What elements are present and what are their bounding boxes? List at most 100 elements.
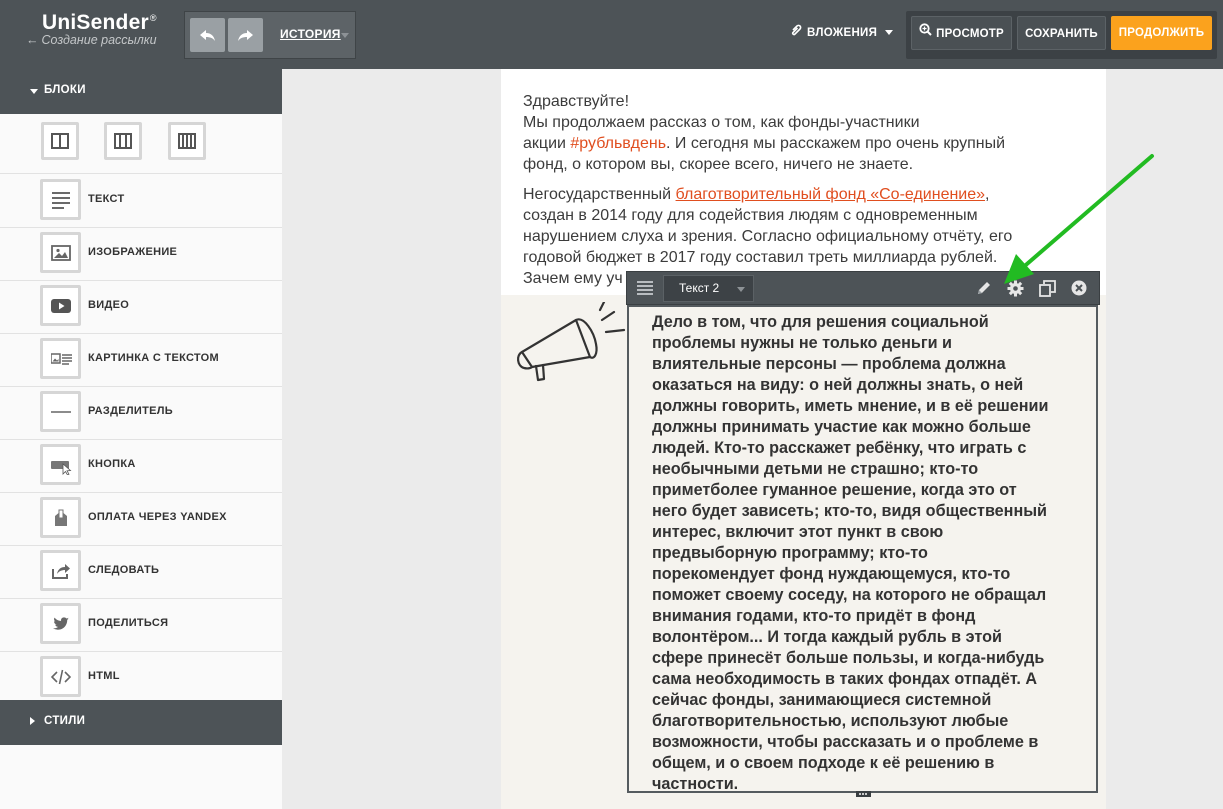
block-divider[interactable]: РАЗДЕЛИТЕЛЬ <box>0 386 282 440</box>
block-label: ТЕКСТ <box>88 193 125 205</box>
block-yandex-payment[interactable]: ОПЛАТА ЧЕРЕЗ YANDEX <box>0 492 282 546</box>
editor-text-line: внимания годами, кто-то придёт в фонд <box>652 607 976 625</box>
chevron-down-icon <box>30 89 38 94</box>
two-column-layout[interactable] <box>41 122 79 160</box>
paperclip-icon <box>790 24 802 39</box>
editor-text-line: влиятельные персоны — проблема должна <box>652 355 1006 373</box>
three-columns-icon <box>114 133 132 149</box>
block-text[interactable]: ТЕКСТ <box>0 174 282 228</box>
block-image[interactable]: ИЗОБРАЖЕНИЕ <box>0 227 282 281</box>
block-label: РАЗДЕЛИТЕЛЬ <box>88 405 173 417</box>
block-label: ИЗОБРАЖЕНИЕ <box>88 246 178 258</box>
back-arrow-icon: ← <box>26 33 39 47</box>
attachments-label: ВЛОЖЕНИЯ <box>807 27 878 39</box>
editor-text-line: сама необходимость в таких фондах отпадё… <box>652 670 1038 688</box>
redo-button[interactable] <box>228 18 263 52</box>
foundation-link[interactable]: благотворительный фонд «Со-единение» <box>676 186 985 203</box>
megaphone-icon <box>517 302 626 382</box>
preview-button[interactable]: ПРОСМОТР <box>911 16 1012 50</box>
yandex-payment-icon <box>40 497 81 538</box>
editor-text-line: интерес, включит этот пункт в свою <box>652 523 944 541</box>
chevron-down-icon <box>737 287 745 292</box>
attachments-dropdown[interactable]: ВЛОЖЕНИЯ <box>790 24 894 39</box>
block-image-with-text[interactable]: КАРТИНКА С ТЕКСТОМ <box>0 333 282 387</box>
video-icon <box>40 285 81 326</box>
editor-text-line: благотворительностью, используют любые <box>652 712 1009 730</box>
blocks-section-header[interactable]: БЛОКИ <box>0 69 282 114</box>
editor-text-line: Дело в том, что для решения социальной <box>652 313 989 331</box>
divider-icon <box>40 391 81 432</box>
editor-text-line: проблемы нужны не только деньги и <box>652 334 952 352</box>
history-group: ИСТОРИЯ <box>184 11 356 59</box>
undo-button[interactable] <box>190 18 225 52</box>
button-icon <box>40 444 81 485</box>
column-layouts <box>0 115 282 174</box>
block-label: ВИДЕО <box>88 299 130 311</box>
block-label: HTML <box>88 670 120 682</box>
editor-text-line: поможет своему соседу, на которого не об… <box>652 586 1047 604</box>
four-column-layout[interactable] <box>168 122 206 160</box>
block-name-select[interactable]: Текст 2 <box>663 275 754 302</box>
two-columns-icon <box>51 133 69 149</box>
block-name: Текст 2 <box>679 281 720 295</box>
block-label: СЛЕДОВАТЬ <box>88 564 160 576</box>
editor-text-line: общем, и о своем подходе к её решению в <box>652 754 995 772</box>
preview-label: ПРОСМОТР <box>936 28 1004 41</box>
top-bar: UniSender® ← Создание рассылки ИСТОРИЯ ВЛ… <box>0 0 1223 69</box>
editor-text-line: оказаться на виду: о ней должны знать, о… <box>652 376 1024 394</box>
image-icon <box>40 232 81 273</box>
text-editor[interactable]: Дело в том, что для решения социальной пр… <box>627 305 1098 793</box>
back-to-campaign-link[interactable]: ← Создание рассылки <box>26 33 157 47</box>
hashtag-link[interactable]: #рубльвдень <box>570 135 666 152</box>
action-buttons: ПРОСМОТР СОХРАНИТЬ ПРОДОЛЖИТЬ <box>906 11 1217 59</box>
block-follow[interactable]: СЛЕДОВАТЬ <box>0 545 282 599</box>
editor-text-line: необычными детьми не страшно; кто-то <box>652 460 979 478</box>
editor-text-line: приметболее гуманное решение, когда это … <box>652 481 1017 499</box>
blocks-title: БЛОКИ <box>44 84 86 96</box>
editor-text-line: должны говорить, иметь мнение, и в её ре… <box>652 397 1049 415</box>
block-label: ОПЛАТА ЧЕРЕЗ YANDEX <box>88 511 227 523</box>
block-video[interactable]: ВИДЕО <box>0 280 282 334</box>
styles-title: СТИЛИ <box>44 715 86 727</box>
drag-handle-icon[interactable] <box>636 280 654 301</box>
history-dropdown[interactable]: ИСТОРИЯ <box>280 27 341 41</box>
editor-text-content[interactable]: Дело в том, что для решения социальной пр… <box>652 312 1092 795</box>
block-label: КНОПКА <box>88 458 136 470</box>
undo-icon <box>200 30 215 41</box>
annotation-arrow-icon <box>1004 154 1154 284</box>
editor-text-line: должны принимать участие как можно больш… <box>652 418 1031 436</box>
editor-text-line: него будет зависеть; кто-то, видя общест… <box>652 502 1048 520</box>
email-paragraph-1: Здравствуйте! Мы продолжаем рассказ о то… <box>523 93 1006 173</box>
four-columns-icon <box>178 133 196 149</box>
blocks-sidebar: БЛОКИ ТЕКСТ ИЗОБРАЖЕНИЕ ВИДЕО КАРТИНКА С… <box>0 69 282 809</box>
block-button[interactable]: КНОПКА <box>0 439 282 493</box>
editor-text-line: сфере принесёт больше пользы, и когда-ни… <box>652 649 1045 667</box>
save-button[interactable]: СОХРАНИТЬ <box>1017 16 1106 50</box>
chevron-down-icon[interactable] <box>341 33 349 38</box>
block-label: КАРТИНКА С ТЕКСТОМ <box>88 352 219 364</box>
chevron-right-icon <box>30 717 35 725</box>
chevron-down-icon <box>885 30 894 36</box>
resize-handle[interactable] <box>856 791 871 797</box>
follow-icon <box>40 550 81 591</box>
editor-text-line: сейчас фонды, занимающиеся системной <box>652 691 992 709</box>
continue-button[interactable]: ПРОДОЛЖИТЬ <box>1111 16 1212 50</box>
editor-text-line: людей. Кто-то расскажет ребёнку, что игр… <box>652 439 1027 457</box>
editor-text-line: порекомендует фонд нуждающемуся, кто-то <box>652 565 1011 583</box>
subtitle: Создание рассылки <box>41 33 157 47</box>
block-html[interactable]: HTML <box>0 651 282 705</box>
editor-text-line: возможности, чтобы рассказать и о пробле… <box>652 733 1039 751</box>
html-icon <box>40 656 81 697</box>
editor-text-line: предвыборную программу; кто-то <box>652 544 928 562</box>
redo-icon <box>238 30 253 41</box>
text-icon <box>40 179 81 220</box>
twitter-icon <box>40 603 81 644</box>
image-with-text-icon <box>40 338 81 379</box>
block-label: ПОДЕЛИТЬСЯ <box>88 617 169 629</box>
zoom-icon <box>919 16 932 50</box>
unisender-logo[interactable]: UniSender® <box>42 11 157 35</box>
styles-section-header[interactable]: СТИЛИ <box>0 700 282 745</box>
block-share[interactable]: ПОДЕЛИТЬСЯ <box>0 598 282 652</box>
three-column-layout[interactable] <box>104 122 142 160</box>
editor-text-line: частности. <box>652 775 739 793</box>
